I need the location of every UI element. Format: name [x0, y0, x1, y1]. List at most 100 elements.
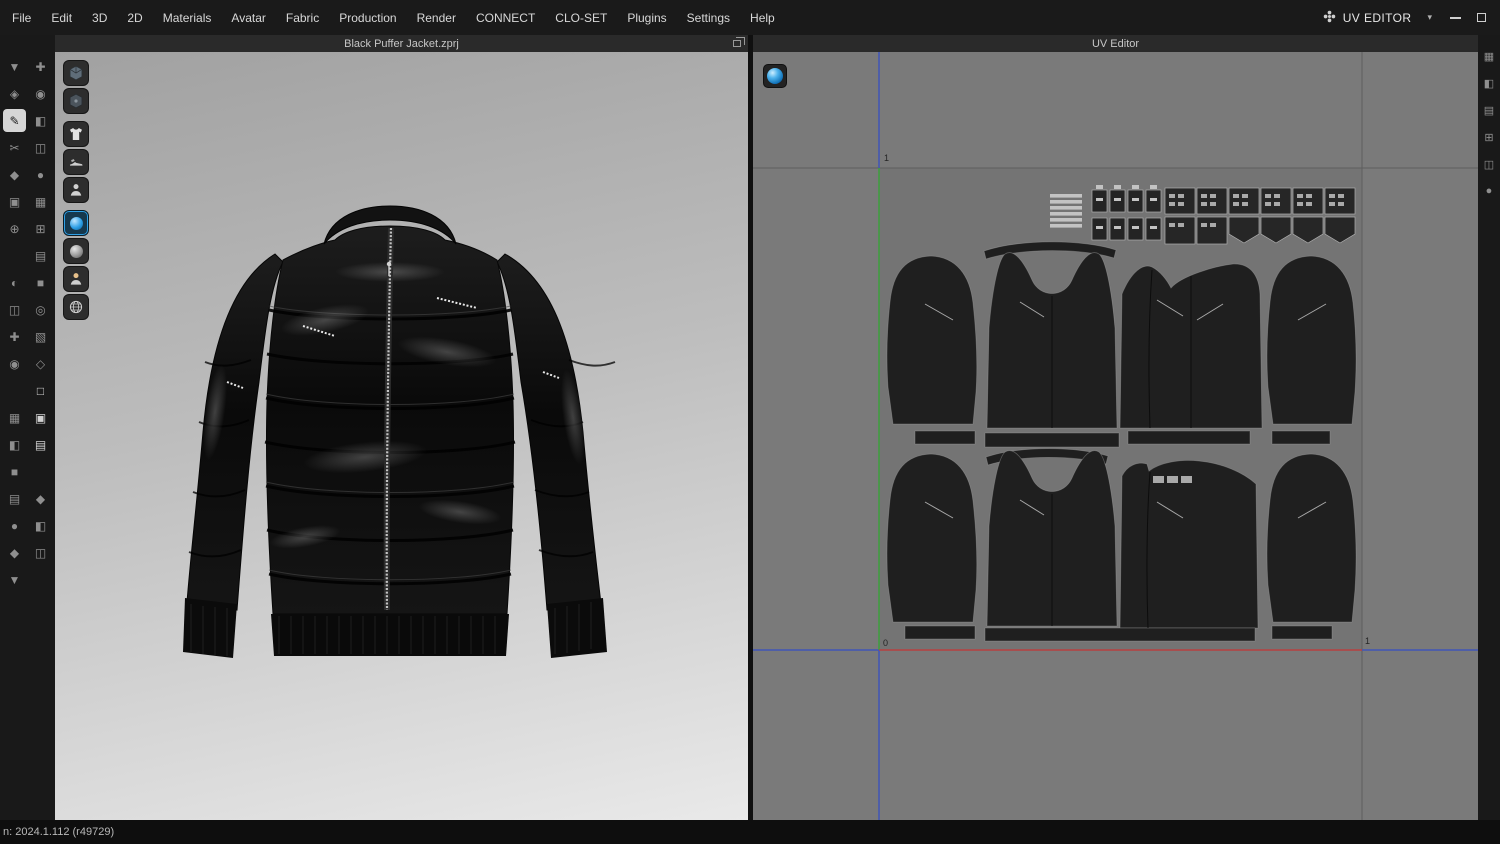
circle-tool-icon[interactable]: ◉ — [3, 352, 26, 375]
target-tool-icon[interactable]: ◎ — [29, 298, 52, 321]
drop-tool-icon[interactable]: ▼ — [3, 568, 26, 591]
view-cube-high-button[interactable] — [63, 60, 89, 86]
layers-tool-icon[interactable]: ▤ — [29, 244, 52, 267]
tack-tool-icon[interactable]: ● — [29, 163, 52, 186]
diamond-2-tool-icon[interactable]: ◆ — [3, 541, 26, 564]
show-shoes-icon — [69, 159, 83, 166]
undock-panel-icon[interactable] — [733, 37, 745, 47]
menu-plugins[interactable]: Plugins — [617, 0, 676, 35]
view-cube-low-button[interactable] — [63, 88, 89, 114]
viewport-3d-canvas[interactable] — [55, 52, 748, 820]
solid-2-tool-icon[interactable]: ■ — [3, 460, 26, 483]
show-garment-button[interactable] — [63, 121, 89, 147]
pattern-fill-tool-icon[interactable]: ▦ — [3, 406, 26, 429]
view-mode-group — [63, 60, 89, 114]
texture-tool-icon[interactable]: ▦ — [29, 190, 52, 213]
uv-editor-title: UV Editor — [1091, 37, 1140, 50]
viewport-3d-titlebar: Black Puffer Jacket.zprj — [55, 35, 748, 52]
show-avatar-button[interactable] — [63, 177, 89, 203]
select-tool-icon[interactable]: ◈ — [3, 82, 26, 105]
viewport-3d-title: Black Puffer Jacket.zprj — [344, 37, 459, 50]
paint-tool-icon — [69, 216, 83, 230]
select-mesh-tool-icon[interactable]: ◉ — [29, 82, 52, 105]
simulate-tool-icon[interactable]: ▼ — [3, 55, 26, 78]
menu-clo-set[interactable]: CLO-SET — [545, 0, 617, 35]
uv-plus-tool-icon[interactable]: ⊞ — [1480, 128, 1498, 146]
diamond-tool-icon[interactable]: ◇ — [29, 352, 52, 375]
menu-production[interactable]: Production — [329, 0, 406, 35]
edit-pattern-tool-icon[interactable]: ✎ — [3, 109, 26, 132]
uv-editor-logo-icon — [1323, 10, 1336, 26]
menu-3d[interactable]: 3D — [82, 0, 117, 35]
scissors-tool-icon[interactable]: ✂ — [3, 136, 26, 159]
edit-sewing-tool-icon[interactable]: ◧ — [29, 109, 52, 132]
menu-2d[interactable]: 2D — [117, 0, 152, 35]
pin-2-tool-icon[interactable]: ◆ — [29, 487, 52, 510]
grid-tool-icon[interactable]: ⊞ — [29, 217, 52, 240]
fabric-swatch-icon[interactable]: □ — [29, 379, 52, 402]
menu-help[interactable]: Help — [740, 0, 785, 35]
uv-layout: 1 0 1 — [753, 52, 1478, 820]
viewport-3d-panel: Black Puffer Jacket.zprj — [55, 35, 748, 820]
chevron-down-icon[interactable]: ▾ — [1417, 12, 1442, 23]
menu-edit[interactable]: Edit — [41, 0, 82, 35]
show-shoes-button[interactable] — [63, 149, 89, 175]
pin-tool-icon[interactable]: ◆ — [3, 163, 26, 186]
uv-editor-titlebar: UV Editor — [753, 35, 1478, 52]
environment-button[interactable] — [63, 294, 89, 320]
pattern-grid-tool-icon[interactable]: ▣ — [3, 190, 26, 213]
eraser-tool-icon — [69, 244, 83, 258]
flatten-tool-icon[interactable]: ◫ — [3, 298, 26, 321]
minimize-icon — [1449, 16, 1461, 19]
show-avatar-icon — [70, 184, 82, 196]
menu-connect[interactable]: CONNECT — [466, 0, 545, 35]
viewport-toolbar — [63, 60, 89, 327]
dot-tool-icon[interactable]: ● — [3, 514, 26, 537]
uv-grid-tool-icon[interactable]: ▦ — [1480, 47, 1498, 65]
menu-avatar[interactable]: Avatar — [221, 0, 275, 35]
menu-materials[interactable]: Materials — [153, 0, 222, 35]
uv-rows-tool-icon[interactable]: ▤ — [1480, 101, 1498, 119]
rows-tool-icon[interactable]: ▤ — [3, 487, 26, 510]
solid-tool-icon[interactable]: ■ — [29, 271, 52, 294]
view-cube-high-icon — [69, 65, 83, 81]
menu-fabric[interactable]: Fabric — [276, 0, 329, 35]
uv-editor-canvas[interactable]: 1 0 1 — [753, 52, 1478, 820]
menu-render[interactable]: Render — [407, 0, 466, 35]
trace-tool-icon[interactable]: ◫ — [29, 136, 52, 159]
measure-tool-icon[interactable]: ✚ — [3, 325, 26, 348]
uv-flatten-tool-icon[interactable]: ◫ — [1480, 155, 1498, 173]
workspace: ▼ ✚ ◈ ◉ ✎ ◧ ✂ ◫ ◆ ● ▣ ▦ ⊕ ⊞ ▤ ◐ ■ ◫ ◎ ✚ … — [0, 35, 1500, 820]
swatch-rows-icon[interactable]: ▤ — [29, 433, 52, 456]
restore-button[interactable] — [1468, 0, 1494, 35]
show-objects-group — [63, 121, 89, 203]
darken-tool-icon[interactable]: ◐ — [3, 271, 26, 294]
uv-editor-mode-selector[interactable]: UV EDITOR — [1323, 10, 1412, 26]
half-2-tool-icon[interactable]: ◧ — [29, 514, 52, 537]
paint-tool-button[interactable] — [63, 210, 89, 236]
material-sphere-icon — [767, 68, 783, 84]
restore-icon — [1476, 13, 1486, 22]
minimize-button[interactable] — [1442, 0, 1468, 35]
uv-half-tool-icon[interactable]: ◧ — [1480, 74, 1498, 92]
menu-settings[interactable]: Settings — [677, 0, 740, 35]
add-point-tool-icon[interactable]: ⊕ — [3, 217, 26, 240]
uv-axis-label-top: 1 — [884, 153, 889, 163]
hatch-tool-icon[interactable]: ▧ — [29, 325, 52, 348]
uv-axis-label-origin: 0 — [883, 638, 888, 648]
avatar-display-button[interactable] — [63, 266, 89, 292]
eraser-tool-button[interactable] — [63, 238, 89, 264]
clo3d-window: File Edit 3D 2D Materials Avatar Fabric … — [0, 0, 1500, 844]
uv-editor-panel: UV Editor 1 0 1 — [753, 35, 1478, 820]
menu-bar: File Edit 3D 2D Materials Avatar Fabric … — [0, 0, 1500, 35]
material-sphere-button[interactable] — [763, 64, 787, 88]
version-text: n: 2024.1.112 (r49729) — [3, 826, 115, 838]
half-tool-icon[interactable]: ◧ — [3, 433, 26, 456]
gizmo-tool-icon[interactable]: ✚ — [29, 55, 52, 78]
status-bar: n: 2024.1.112 (r49729) — [0, 820, 1500, 844]
menu-file[interactable]: File — [2, 0, 41, 35]
flatten-2-tool-icon[interactable]: ◫ — [29, 541, 52, 564]
uv-axis-label-right: 1 — [1365, 636, 1370, 646]
fabric-swatch-2-icon[interactable]: ▣ — [29, 406, 52, 429]
uv-dot-tool-icon[interactable]: ● — [1480, 182, 1498, 200]
